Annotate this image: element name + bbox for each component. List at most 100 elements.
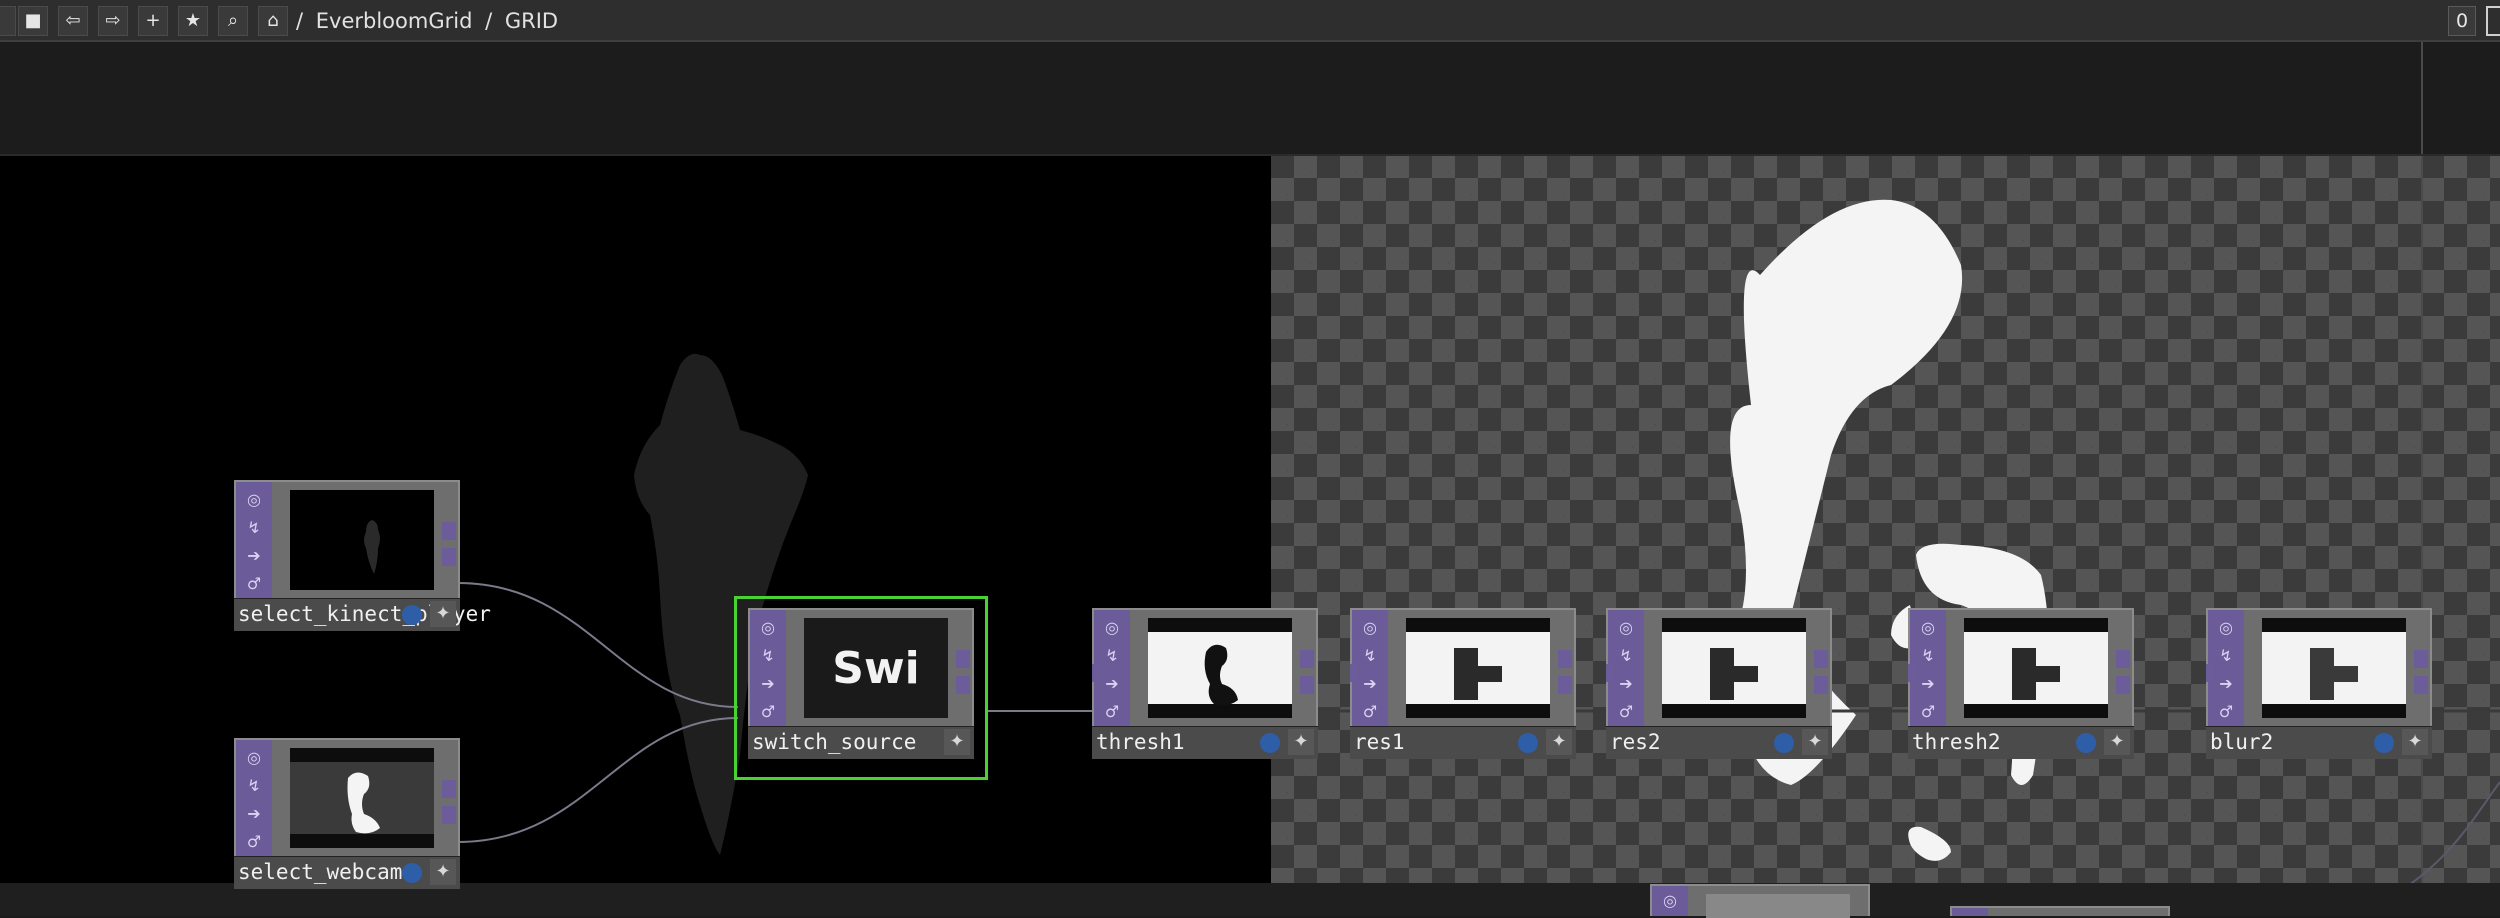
output-port[interactable] xyxy=(2414,676,2428,694)
bypass-icon[interactable]: ◎ xyxy=(1355,614,1385,642)
cook-icon[interactable]: ♂ xyxy=(1611,698,1641,726)
search-network-button[interactable]: ⌕ xyxy=(218,6,248,36)
output-port[interactable] xyxy=(1814,650,1828,668)
node-viewer[interactable] xyxy=(1406,618,1550,718)
collapse-left-button[interactable] xyxy=(0,6,16,36)
bypass-icon[interactable]: ◎ xyxy=(1611,614,1641,642)
back-button[interactable]: ⇦ xyxy=(58,6,88,36)
node-thresh2[interactable]: ◎ ↯ ➔ ♂ thresh2 ✦ xyxy=(1908,608,2134,764)
output-port[interactable] xyxy=(956,650,970,668)
node-name[interactable]: switch_source xyxy=(752,727,916,757)
breadcrumb-item-everbloomgrid[interactable]: EverbloomGrid xyxy=(316,9,473,33)
pin-button[interactable]: ✦ xyxy=(1546,729,1572,755)
viewer-active-button[interactable] xyxy=(2076,733,2096,753)
node-viewer[interactable] xyxy=(2262,618,2406,718)
node-thresh1[interactable]: ◎ ↯ ➔ ♂ thresh1 ✦ xyxy=(1092,608,1318,764)
node-viewer[interactable] xyxy=(1662,618,1806,718)
pin-button[interactable]: ✦ xyxy=(2402,729,2428,755)
display-icon[interactable]: ➔ xyxy=(753,670,783,698)
node-viewer[interactable] xyxy=(1148,618,1292,718)
viewer-active-button[interactable] xyxy=(402,863,422,883)
pin-button[interactable]: ✦ xyxy=(430,601,456,627)
node-switch-source[interactable]: ◎ ↯ ➔ ♂ Swi switch_source ✦ xyxy=(748,608,974,764)
node-viewer[interactable] xyxy=(1706,894,1850,918)
lock-icon[interactable]: ↯ xyxy=(1355,642,1385,670)
node-viewer[interactable] xyxy=(1964,618,2108,718)
output-port[interactable] xyxy=(442,548,456,566)
lock-icon[interactable]: ↯ xyxy=(1097,642,1127,670)
output-port[interactable] xyxy=(2116,650,2130,668)
pin-button[interactable]: ✦ xyxy=(2104,729,2130,755)
bypass-icon[interactable]: ◎ xyxy=(239,744,269,772)
node-viewer[interactable]: Swi xyxy=(804,618,948,718)
output-port[interactable] xyxy=(442,522,456,540)
bypass-icon[interactable]: ◎ xyxy=(1913,614,1943,642)
lock-icon[interactable]: ↯ xyxy=(239,514,269,542)
cook-icon[interactable]: ♂ xyxy=(1913,698,1943,726)
lock-icon[interactable]: ↯ xyxy=(2211,642,2241,670)
viewer-active-button[interactable] xyxy=(2374,733,2394,753)
lock-icon[interactable]: ↯ xyxy=(239,772,269,800)
bypass-icon[interactable]: ◎ xyxy=(239,486,269,514)
node-res2[interactable]: ◎ ↯ ➔ ♂ res2 ✦ xyxy=(1606,608,1832,764)
bypass-icon[interactable]: ◎ xyxy=(2211,614,2241,642)
home-button[interactable]: ⌂ xyxy=(258,6,288,36)
input-port[interactable] xyxy=(1908,664,1916,682)
breadcrumb-item-grid[interactable]: GRID xyxy=(505,9,558,33)
cook-icon[interactable]: ♂ xyxy=(753,698,783,726)
output-port[interactable] xyxy=(1558,676,1572,694)
display-icon[interactable]: ➔ xyxy=(239,542,269,570)
node-name[interactable]: blur2 xyxy=(2210,727,2273,757)
cook-icon[interactable]: ♂ xyxy=(239,828,269,856)
stop-button[interactable]: ■ xyxy=(18,6,48,36)
node-name[interactable]: res2 xyxy=(1610,727,1661,757)
node-partial[interactable]: ◎ xyxy=(1650,884,1870,918)
bypass-icon[interactable]: ◎ xyxy=(1652,886,1688,916)
output-port[interactable] xyxy=(1300,676,1314,694)
pin-button[interactable]: ✦ xyxy=(1802,729,1828,755)
display-icon[interactable]: ➔ xyxy=(1611,670,1641,698)
node-select-kinect-player[interactable]: ◎ ↯ ➔ ♂ select_kinect_player ✦ xyxy=(234,480,491,636)
output-port[interactable] xyxy=(442,806,456,824)
counter-field[interactable]: 0 xyxy=(2448,6,2476,36)
node-select-webcam[interactable]: ◎ ↯ ➔ ♂ select_webcam ✦ xyxy=(234,738,460,894)
output-port[interactable] xyxy=(2414,650,2428,668)
viewer-active-button[interactable] xyxy=(1518,733,1538,753)
cook-icon[interactable]: ♂ xyxy=(1097,698,1127,726)
input-port[interactable] xyxy=(1350,664,1358,682)
viewer-active-button[interactable] xyxy=(1774,733,1794,753)
lock-icon[interactable]: ↯ xyxy=(753,642,783,670)
display-icon[interactable]: ➔ xyxy=(239,800,269,828)
bypass-icon[interactable]: ◎ xyxy=(1097,614,1127,642)
node-viewer[interactable] xyxy=(290,490,434,590)
input-port[interactable] xyxy=(2206,664,2214,682)
output-port[interactable] xyxy=(1814,676,1828,694)
node-name[interactable]: select_webcam xyxy=(238,857,402,887)
output-port[interactable] xyxy=(1558,650,1572,668)
output-port[interactable] xyxy=(956,676,970,694)
panel-edge-button[interactable] xyxy=(2486,6,2500,36)
input-port[interactable] xyxy=(1092,664,1100,682)
display-icon[interactable]: ➔ xyxy=(2211,670,2241,698)
input-port[interactable] xyxy=(1606,664,1614,682)
display-icon[interactable]: ➔ xyxy=(1097,670,1127,698)
cook-icon[interactable]: ♂ xyxy=(2211,698,2241,726)
bookmark-button[interactable]: ★ xyxy=(178,6,208,36)
display-icon[interactable]: ➔ xyxy=(1355,670,1385,698)
node-blur2[interactable]: ◎ ↯ ➔ ♂ blur2 ✦ xyxy=(2206,608,2432,764)
node-res1[interactable]: ◎ ↯ ➔ ♂ res1 ✦ xyxy=(1350,608,1576,764)
node-partial[interactable] xyxy=(1950,906,2170,916)
output-port[interactable] xyxy=(1300,650,1314,668)
node-viewer[interactable] xyxy=(290,748,434,848)
node-name[interactable]: res1 xyxy=(1354,727,1405,757)
output-port[interactable] xyxy=(2116,676,2130,694)
lock-icon[interactable]: ↯ xyxy=(1611,642,1641,670)
lock-icon[interactable]: ↯ xyxy=(1913,642,1943,670)
viewer-active-button[interactable] xyxy=(1260,733,1280,753)
pin-button[interactable]: ✦ xyxy=(430,859,456,885)
node-name[interactable]: thresh2 xyxy=(1912,727,2001,757)
cook-icon[interactable]: ♂ xyxy=(239,570,269,598)
forward-button[interactable]: ⇨ xyxy=(98,6,128,36)
output-port[interactable] xyxy=(442,780,456,798)
bypass-icon[interactable]: ◎ xyxy=(753,614,783,642)
